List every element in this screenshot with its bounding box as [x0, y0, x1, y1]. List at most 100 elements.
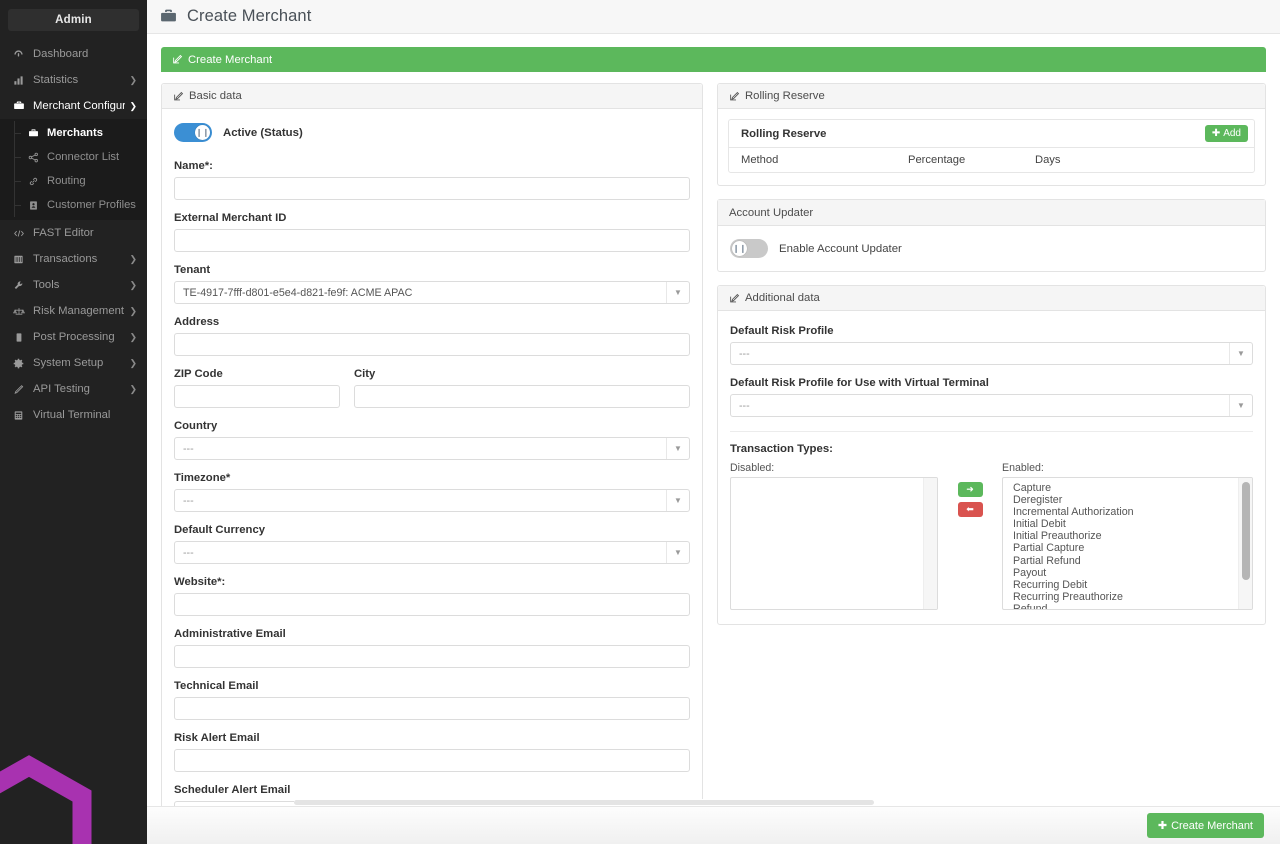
account-updater-toggle-row: ❙❙ Enable Account Updater: [730, 239, 1253, 258]
chevron-right-icon: ❯: [129, 75, 137, 86]
sidebar-item-risk-management[interactable]: Risk Management ❯: [0, 298, 147, 324]
external-merchant-id-input[interactable]: [174, 229, 690, 252]
tenant-value: TE-4917-7fff-d801-e5e4-d821-fe9f: ACME A…: [175, 287, 666, 299]
top-header: Create Merchant: [147, 0, 1280, 34]
arrow-left-icon: ⬅: [966, 504, 974, 515]
field-label: Default Currency: [174, 524, 690, 536]
default-risk-profile-vt-select[interactable]: --- ▼: [730, 394, 1253, 417]
scrollbar-thumb[interactable]: [294, 800, 874, 805]
sidebar-item-label: Customer Profiles: [47, 199, 136, 211]
sidebar-item-customer-profiles[interactable]: Customer Profiles: [0, 193, 147, 217]
transfer-buttons: ➜ ⬅: [938, 462, 1002, 517]
list-item[interactable]: Partial Refund: [1003, 555, 1238, 567]
chevron-right-icon: ❯: [129, 384, 137, 395]
account-updater-panel: Account Updater ❙❙ Enable Account Update…: [717, 199, 1266, 272]
zip-city-row: ZIP Code City: [174, 368, 690, 420]
chevron-down-icon: ❯: [129, 101, 137, 112]
sidebar-item-api-testing[interactable]: API Testing ❯: [0, 376, 147, 402]
account-updater-body: ❙❙ Enable Account Updater: [718, 226, 1265, 271]
field-timezone: Timezone* --- ▼: [174, 472, 690, 512]
sidebar-item-label: Statistics: [33, 74, 125, 86]
plus-icon: ✚: [1212, 128, 1220, 139]
account-updater-header: Account Updater: [718, 200, 1265, 226]
default-currency-select[interactable]: --- ▼: [174, 541, 690, 564]
enable-account-updater-toggle[interactable]: ❙❙: [730, 239, 768, 258]
horizontal-scrollbar[interactable]: [294, 799, 1280, 806]
sidebar-item-post-processing[interactable]: Post Processing ❯: [0, 324, 147, 350]
banner-label: Create Merchant: [188, 54, 272, 66]
move-right-button[interactable]: ➜: [958, 482, 983, 497]
name-input[interactable]: [174, 177, 690, 200]
field-risk-alert-email: Risk Alert Email: [174, 732, 690, 772]
list-item[interactable]: Incremental Authorization: [1003, 506, 1238, 518]
sidebar-item-dashboard[interactable]: Dashboard: [0, 41, 147, 67]
sidebar-item-transactions[interactable]: Transactions ❯: [0, 246, 147, 272]
list-item[interactable]: Partial Capture: [1003, 542, 1238, 554]
hexagon-decoration: [0, 746, 104, 844]
sidebar-submenu-merchant-configuration: Merchants Connector List Routing: [0, 119, 147, 220]
zip-code-input[interactable]: [174, 385, 340, 408]
sidebar-item-tools[interactable]: Tools ❯: [0, 272, 147, 298]
sidebar-item-label: Post Processing: [33, 331, 125, 343]
sidebar-item-label: Transactions: [33, 253, 125, 265]
address-input[interactable]: [174, 333, 690, 356]
field-address: Address: [174, 316, 690, 356]
admin-button[interactable]: Admin: [8, 9, 139, 31]
briefcase-icon: [26, 128, 40, 139]
enabled-listbox[interactable]: CaptureDeregisterIncremental Authorizati…: [1002, 477, 1253, 610]
sidebar-item-label: Dashboard: [33, 48, 137, 60]
default-risk-profile-select[interactable]: --- ▼: [730, 342, 1253, 365]
list-item[interactable]: Recurring Preauthorize: [1003, 591, 1238, 603]
status-toggle-row: ❙❙ Active (Status): [174, 123, 690, 142]
create-merchant-button[interactable]: ✚ Create Merchant: [1147, 813, 1264, 838]
list-item[interactable]: Initial Preauthorize: [1003, 530, 1238, 542]
enabled-items[interactable]: CaptureDeregisterIncremental Authorizati…: [1003, 478, 1238, 609]
timezone-select[interactable]: --- ▼: [174, 489, 690, 512]
administrative-email-input[interactable]: [174, 645, 690, 668]
risk-alert-email-input[interactable]: [174, 749, 690, 772]
sidebar-item-statistics[interactable]: Statistics ❯: [0, 67, 147, 93]
city-input[interactable]: [354, 385, 690, 408]
scrollbar-track[interactable]: [923, 478, 937, 609]
list-item[interactable]: Payout: [1003, 567, 1238, 579]
field-default-risk-profile-virtual-terminal: Default Risk Profile for Use with Virtua…: [730, 377, 1253, 417]
edit-icon: [729, 293, 740, 304]
country-select[interactable]: --- ▼: [174, 437, 690, 460]
add-rolling-reserve-button[interactable]: ✚ Add: [1205, 125, 1248, 142]
tenant-select[interactable]: TE-4917-7fff-d801-e5e4-d821-fe9f: ACME A…: [174, 281, 690, 304]
list-icon: [11, 254, 26, 265]
website-input[interactable]: [174, 593, 690, 616]
disabled-label: Disabled:: [730, 462, 938, 474]
disabled-listbox[interactable]: [730, 477, 938, 610]
list-item[interactable]: Refund: [1003, 603, 1238, 609]
sidebar-item-connector-list[interactable]: Connector List: [0, 145, 147, 169]
active-status-toggle[interactable]: ❙❙: [174, 123, 212, 142]
sidebar-item-virtual-terminal[interactable]: Virtual Terminal: [0, 402, 147, 428]
sidebar-item-merchant-configuration[interactable]: Merchant Configuration ❯: [0, 93, 147, 119]
list-item[interactable]: Capture: [1003, 482, 1238, 494]
scrollbar-thumb[interactable]: [1242, 482, 1250, 580]
list-item[interactable]: Recurring Debit: [1003, 579, 1238, 591]
sidebar-item-label: Merchant Configuration: [33, 100, 125, 112]
chevron-down-icon: ▼: [1229, 343, 1252, 364]
sidebar-item-routing[interactable]: Routing: [0, 169, 147, 193]
sidebar-item-fast-editor[interactable]: FAST Editor: [0, 220, 147, 246]
sidebar-item-system-setup[interactable]: System Setup ❯: [0, 350, 147, 376]
list-item[interactable]: Initial Debit: [1003, 518, 1238, 530]
toggle-knob: ❙❙: [732, 241, 747, 256]
disabled-items[interactable]: [731, 478, 923, 609]
rolling-reserve-panel: Rolling Reserve Rolling Reserve ✚ Add: [717, 83, 1266, 186]
dashboard-icon: [11, 49, 26, 60]
sidebar-item-merchants[interactable]: Merchants: [0, 121, 147, 145]
app-root: Admin Dashboard Statistics ❯ Merchant: [0, 0, 1280, 844]
move-left-button[interactable]: ⬅: [958, 502, 983, 517]
sidebar-item-label: Merchants: [47, 127, 103, 139]
additional-data-panel: Additional data Default Risk Profile ---…: [717, 285, 1266, 625]
scrollbar-track[interactable]: [1238, 478, 1252, 609]
create-merchant-banner: Create Merchant: [161, 47, 1266, 72]
technical-email-input[interactable]: [174, 697, 690, 720]
id-card-icon: [26, 200, 40, 211]
scales-icon: [11, 306, 26, 317]
list-item[interactable]: Deregister: [1003, 494, 1238, 506]
sidebar-item-label: Routing: [47, 175, 86, 187]
